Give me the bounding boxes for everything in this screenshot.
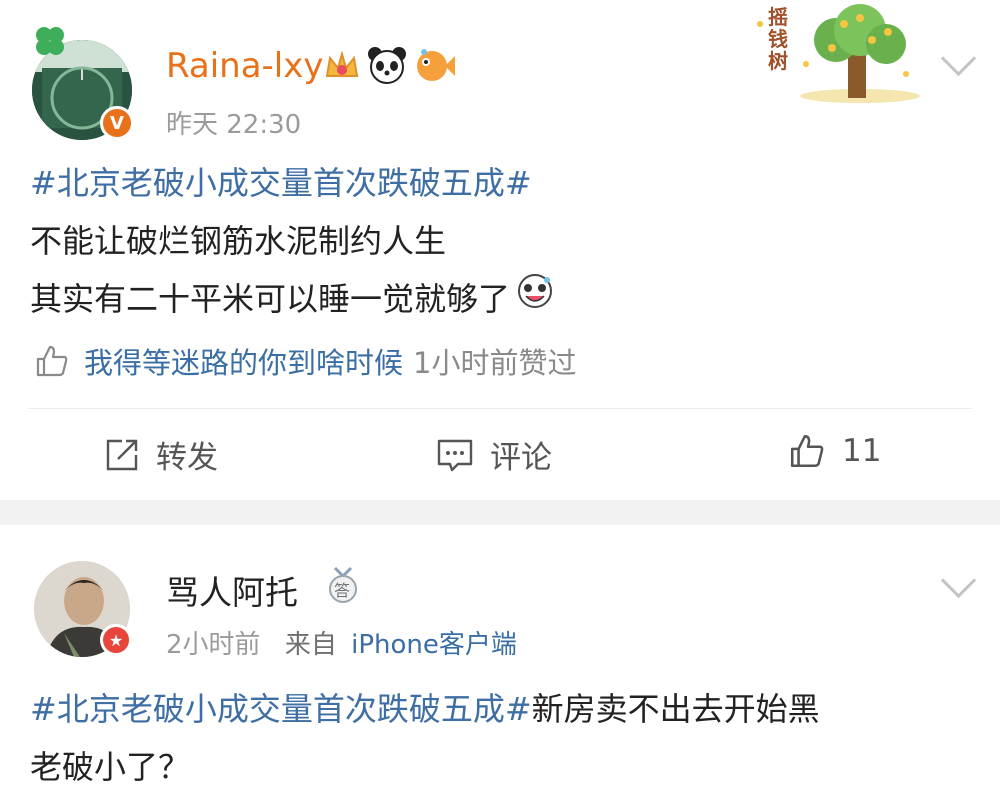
medal-badge-icon: 答 bbox=[326, 566, 360, 604]
source-client-link[interactable]: iPhone客户端 bbox=[351, 630, 517, 660]
hashtag-link[interactable]: #北京老破小成交量首次跌破五成# bbox=[30, 690, 532, 728]
repost-icon bbox=[106, 439, 138, 470]
comment-label: 评论 bbox=[490, 440, 552, 476]
repost-button[interactable]: 转发 bbox=[104, 432, 218, 477]
chevron-down-icon[interactable] bbox=[940, 40, 977, 77]
comment-username[interactable]: 骂人阿托 bbox=[166, 566, 298, 614]
comment-content: #北京老破小成交量首次跌破五成#新房卖不出去开始黑 老破小了？ bbox=[30, 680, 820, 796]
sticker-char: 树 bbox=[768, 49, 788, 73]
post-line: 其实有二十平米可以睡一觉就够了 bbox=[30, 280, 511, 318]
comment-text: 老破小了？ bbox=[30, 748, 191, 786]
comment-meta: 2小时前 来自 iPhone客户端 bbox=[166, 624, 517, 661]
like-button[interactable]: 11 bbox=[788, 432, 881, 470]
panda-icon bbox=[366, 44, 408, 90]
medal-char: 答 bbox=[334, 581, 351, 600]
liked-by-user[interactable]: 我得等迷路的你到啥时候 bbox=[84, 340, 403, 382]
like-count: 11 bbox=[842, 433, 882, 469]
laughing-emoji-icon bbox=[516, 270, 554, 328]
post-username[interactable]: Raina-lxy bbox=[166, 46, 324, 86]
card-separator bbox=[0, 500, 1000, 525]
post-time: 昨天 22:30 bbox=[166, 110, 302, 140]
comment-button[interactable]: 评论 bbox=[436, 432, 552, 477]
sticker-char: 摇 bbox=[768, 5, 788, 29]
comment-icon bbox=[437, 439, 473, 471]
comment-text: 新房卖不出去开始黑 bbox=[531, 690, 820, 728]
money-tree-sticker: 摇 钱 树 bbox=[748, 4, 928, 104]
hashtag-link[interactable]: #北京老破小成交量首次跌破五成# bbox=[30, 164, 532, 202]
divider bbox=[28, 408, 972, 409]
post-line: 不能让破烂钢筋水泥制约人生 bbox=[30, 222, 447, 260]
thumbs-up-icon bbox=[36, 345, 68, 377]
post-content: #北京老破小成交量首次跌破五成# 不能让破烂钢筋水泥制约人生 其实有二十平米可以… bbox=[30, 154, 554, 328]
source-prefix: 来自 bbox=[284, 630, 337, 660]
liked-time: 1小时前赞过 bbox=[413, 346, 577, 380]
comment-time: 2小时前 bbox=[166, 630, 261, 660]
repost-label: 转发 bbox=[156, 440, 218, 476]
thumbs-up-icon bbox=[790, 434, 824, 468]
verified-vip-badge-icon: V bbox=[100, 106, 134, 140]
liked-by-row: 我得等迷路的你到啥时候 1小时前赞过 bbox=[34, 340, 576, 382]
crown-icon bbox=[322, 46, 362, 90]
verified-star-badge-icon: ★ bbox=[100, 624, 132, 656]
weibo-post-card: V Raina-lxy 昨天 22:30 摇 钱 树 #北京老破小成交量首次跌破… bbox=[0, 0, 1000, 500]
clover-decoration-icon bbox=[30, 22, 70, 62]
fish-icon bbox=[412, 44, 456, 90]
sticker-char: 钱 bbox=[768, 27, 788, 51]
